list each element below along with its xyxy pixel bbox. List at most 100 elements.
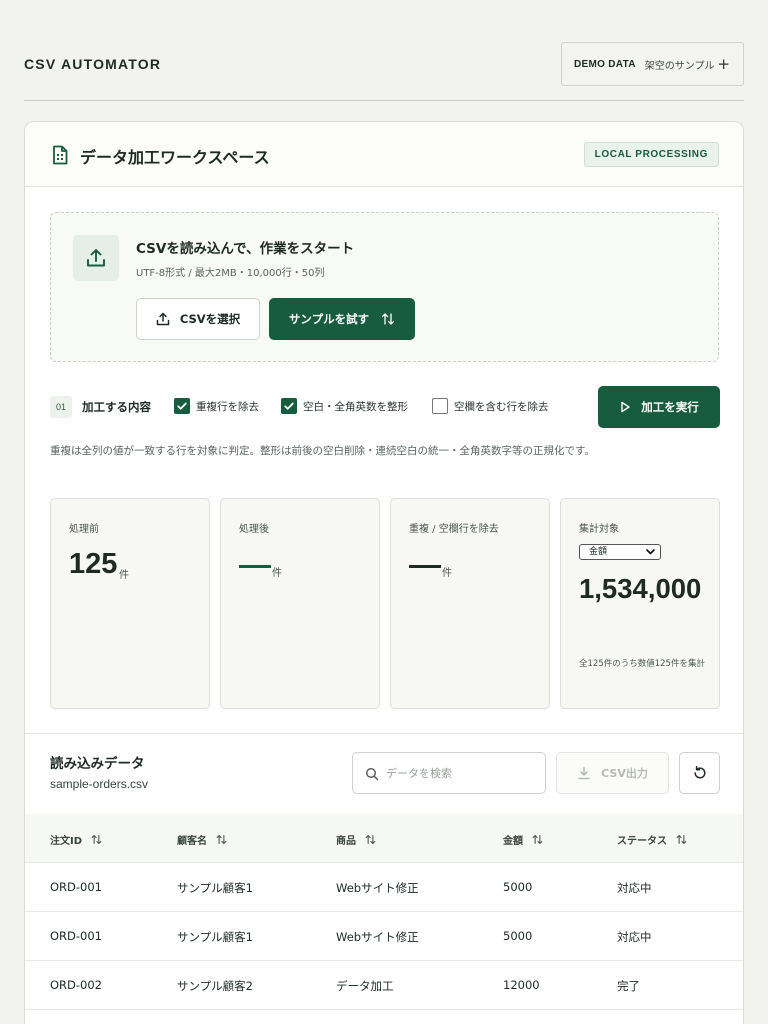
demo-data-button[interactable]: DEMO DATA 架空のサンプル + [561, 42, 744, 86]
aggregate-column-select[interactable]: 金額 [579, 544, 661, 560]
table-cell: ORD-001 [50, 929, 102, 943]
sort-icon [365, 835, 376, 844]
section-divider [25, 733, 743, 734]
processing-options: 01 加工する内容 重複行を除去 空白・全角英数を整形 空欄を含む行を除去 加工… [50, 386, 720, 430]
table-cell: 5000 [503, 880, 533, 894]
table-header: 注文ID 顧客名 商品 金額 ステータス [25, 814, 743, 863]
sort-icon [532, 835, 543, 844]
table-cell: 対応中 [617, 881, 652, 895]
upload-limits: UTF-8形式 / 最大2MB・10,000行・50列 [136, 268, 325, 279]
sort-icon [676, 835, 687, 844]
upload-dropzone[interactable]: CSVを読み込んで、作業をスタート UTF-8形式 / 最大2MB・10,000… [50, 212, 719, 362]
column-header-order-id[interactable]: 注文ID [50, 832, 102, 847]
column-header-product[interactable]: 商品 [336, 832, 376, 847]
run-processing-label: 加工を実行 [641, 400, 699, 414]
demo-data-label: 架空のサンプル [644, 60, 715, 72]
upload-title: CSVを読み込んで、作業をスタート [136, 241, 355, 257]
column-header-status[interactable]: ステータス [617, 832, 687, 847]
sort-icon [216, 835, 227, 844]
column-header-customer[interactable]: 顧客名 [177, 832, 227, 847]
option-normalize-text[interactable]: 空白・全角英数を整形 [281, 398, 408, 414]
plus-icon: + [717, 55, 730, 73]
top-bar: CSV AUTOMATOR DEMO DATA 架空のサンプル + [24, 42, 744, 86]
data-search[interactable] [352, 752, 546, 794]
stat-label: 集計対象 [579, 524, 619, 535]
column-header-label: ステータス [617, 836, 667, 847]
app-brand: CSV AUTOMATOR [24, 56, 162, 72]
refresh-icon [693, 766, 706, 779]
sort-icon [381, 313, 395, 325]
column-header-label: 注文ID [50, 836, 83, 847]
table-cell: ORD-002 [50, 978, 102, 992]
table-cell: サンプル顧客2 [177, 979, 253, 993]
column-header-label: 顧客名 [177, 836, 207, 847]
select-value: 金額 [589, 547, 608, 557]
workspace-header: データ加工ワークスペース LOCAL PROCESSING [25, 122, 743, 187]
export-csv-button[interactable]: CSV出力 [556, 752, 669, 794]
table-cell: Webサイト修正 [336, 930, 419, 944]
column-header-amount[interactable]: 金額 [503, 832, 543, 847]
local-processing-badge: LOCAL PROCESSING [583, 142, 719, 167]
upload-icon [87, 249, 105, 267]
stat-aggregate: 集計対象 金額 1,534,000 全125件のうち数値125件を集計 [560, 498, 720, 709]
upload-icon [156, 312, 170, 326]
stat-value: 125 [69, 548, 118, 580]
table-row: ORD-001 サンプル顧客1 Webサイト修正 5000 対応中 [25, 863, 743, 912]
search-icon [365, 767, 379, 781]
stat-unit: 件 [119, 570, 129, 581]
search-input[interactable] [386, 762, 536, 784]
stat-unit: 件 [442, 568, 452, 579]
table-cell: 完了 [617, 979, 640, 993]
table-cell: 対応中 [617, 930, 652, 944]
select-csv-label: CSVを選択 [179, 312, 241, 326]
header-divider [24, 100, 744, 101]
data-section-title: 読み込みデータ [50, 756, 145, 772]
data-table: 注文ID 顧客名 商品 金額 ステータス ORD-001 サンプル顧客1 Web… [25, 814, 743, 1010]
table-cell: 12000 [503, 978, 540, 992]
table-row: ORD-002 サンプル顧客2 データ加工 12000 完了 [25, 961, 743, 1010]
option-label: 重複行を除去 [196, 400, 259, 413]
workspace-card: データ加工ワークスペース LOCAL PROCESSING CSVを読み込んで、… [24, 121, 744, 1024]
stat-unit: 件 [272, 568, 282, 579]
table-cell: サンプル顧客1 [177, 881, 253, 895]
option-remove-duplicates[interactable]: 重複行を除去 [174, 398, 259, 414]
column-header-label: 商品 [336, 836, 356, 847]
chevron-down-icon [646, 549, 655, 555]
table-cell: 5000 [503, 929, 533, 943]
option-remove-blank-rows[interactable]: 空欄を含む行を除去 [432, 398, 549, 414]
options-title: 加工する内容 [82, 400, 151, 414]
option-label: 空欄を含む行を除去 [454, 400, 549, 413]
document-icon [53, 145, 68, 165]
export-csv-label: CSV出力 [601, 767, 648, 780]
checkbox-checked[interactable] [174, 398, 190, 414]
data-filename: sample-orders.csv [50, 777, 149, 791]
stat-label: 処理後 [239, 524, 269, 535]
empty-value-dash [409, 565, 441, 568]
stat-removed: 重複 / 空欄行を除去 件 [390, 498, 550, 709]
reset-button[interactable] [679, 752, 720, 794]
aggregate-note: 全125件のうち数値125件を集計 [579, 659, 705, 669]
sort-icon [91, 835, 102, 844]
table-cell: ORD-001 [50, 880, 102, 894]
stat-label: 処理前 [69, 524, 99, 535]
checkmark-icon [177, 402, 187, 410]
checkbox-unchecked[interactable] [432, 398, 448, 414]
try-sample-button[interactable]: サンプルを試す [269, 298, 415, 340]
try-sample-label: サンプルを試す [288, 312, 370, 326]
download-icon [578, 766, 590, 780]
select-csv-button[interactable]: CSVを選択 [136, 298, 260, 340]
aggregate-total: 1,534,000 [579, 573, 702, 604]
column-header-label: 金額 [503, 836, 523, 847]
play-icon [621, 401, 630, 413]
table-cell: データ加工 [336, 979, 394, 993]
demo-data-tag: DEMO DATA [574, 58, 636, 70]
stat-label: 重複 / 空欄行を除去 [409, 524, 499, 535]
checkmark-icon [284, 402, 294, 410]
option-label: 空白・全角英数を整形 [303, 400, 408, 413]
stat-before: 処理前 125 件 [50, 498, 210, 709]
table-cell: サンプル顧客1 [177, 930, 253, 944]
run-processing-button[interactable]: 加工を実行 [598, 386, 720, 428]
table-cell: Webサイト修正 [336, 881, 419, 895]
checkbox-checked[interactable] [281, 398, 297, 414]
upload-icon-box [73, 235, 119, 281]
